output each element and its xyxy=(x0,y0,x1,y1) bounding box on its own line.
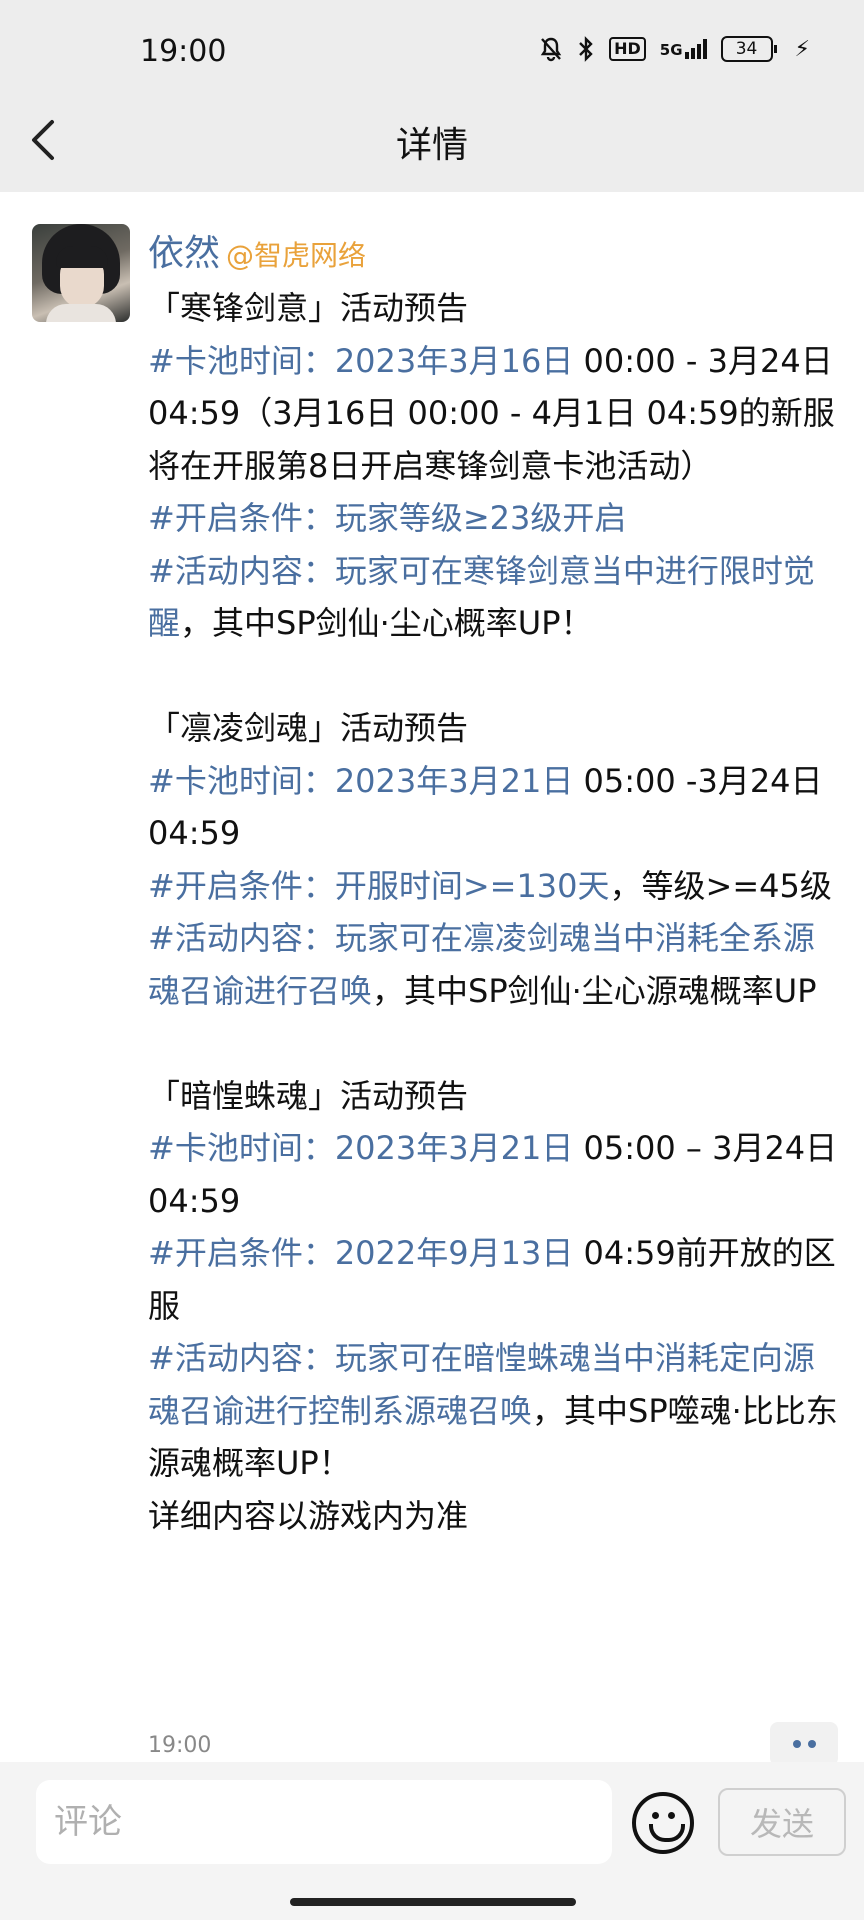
avatar[interactable] xyxy=(32,224,130,322)
emoji-button[interactable] xyxy=(632,1792,694,1854)
home-indicator[interactable] xyxy=(290,1898,576,1906)
topic-link[interactable]: #开启条件：2022年9月13日 xyxy=(148,1234,573,1272)
line-text: ，其中SP剑仙·尘心源魂概率UP xyxy=(372,971,817,1010)
section-title: 「寒锋剑意」活动预告 xyxy=(148,289,469,327)
topic-link[interactable]: #开启条件：开服时间>=130天 xyxy=(148,867,610,905)
bluetooth-icon xyxy=(579,36,593,62)
charging-icon: ⚡ xyxy=(794,36,810,62)
status-icons: HD 5G 34 ⚡ xyxy=(539,36,810,62)
status-time: 19:00 xyxy=(140,34,227,69)
post-body: 「寒锋剑意」活动预告 #卡池时间：2023年3月16日 00:00 - 3月24… xyxy=(148,282,838,1542)
emoji-icon xyxy=(652,1812,659,1819)
comment-input[interactable] xyxy=(36,1780,612,1864)
section-line: #活动内容：玩家可在暗惶蛛魂当中消耗定向源魂召谕进行控制系源魂召唤，其中SP噬魂… xyxy=(148,1332,838,1490)
topic-link[interactable]: #开启条件：玩家等级≥23级开启 xyxy=(148,499,626,537)
author-line: 依然 @智虎网络 xyxy=(148,224,366,276)
battery-icon: 34 xyxy=(720,36,777,62)
line-text: ，等级>=45级 xyxy=(609,866,832,905)
author-handle[interactable]: @智虎网络 xyxy=(226,239,366,272)
section-line: #活动内容：玩家可在凛凌剑魂当中消耗全系源魂召谕进行召唤，其中SP剑仙·尘心源魂… xyxy=(148,912,838,1017)
footer-note: 详细内容以游戏内为准 xyxy=(148,1496,469,1535)
more-button[interactable] xyxy=(770,1722,838,1766)
section-line: #开启条件：玩家等级≥23级开启 xyxy=(148,492,838,545)
hd-icon: HD xyxy=(609,37,646,61)
page-title: 详情 xyxy=(395,125,468,166)
section-title: 「暗惶蛛魂」活动预告 xyxy=(148,1076,469,1115)
section-line: #卡池时间：2023年3月21日 05:00 -3月24日 04:59 xyxy=(148,755,838,860)
more-dots-icon xyxy=(792,1740,801,1748)
section-line: #开启条件：开服时间>=130天，等级>=45级 xyxy=(148,860,838,913)
section-line: #卡池时间：2023年3月21日 05:00 – 3月24日 04:59 xyxy=(148,1122,838,1227)
topic-link[interactable]: #卡池时间：2023年3月21日 xyxy=(148,762,573,800)
line-text: ，其中SP剑仙·尘心概率UP！ xyxy=(180,604,593,642)
topic-link[interactable]: #卡池时间：2023年3月16日 xyxy=(148,342,573,380)
signal-5g-icon: 5G xyxy=(660,39,707,59)
send-button[interactable]: 发送 xyxy=(718,1788,846,1856)
mute-icon xyxy=(540,37,562,62)
section-title: 「凛凌剑魂」活动预告 xyxy=(148,709,469,747)
post-timestamp: 19:00 xyxy=(148,1733,212,1758)
section-line: #活动内容：玩家可在寒锋剑意当中进行限时觉醒，其中SP剑仙·尘心概率UP！ xyxy=(148,545,838,650)
section-line: #卡池时间：2023年3月16日 00:00 - 3月24日 04:59（3月1… xyxy=(148,335,838,493)
section-line: #开启条件：2022年9月13日 04:59前开放的区服 xyxy=(148,1227,838,1332)
battery-level: 34 xyxy=(720,36,773,62)
author-name[interactable]: 依然 xyxy=(148,233,220,274)
topic-link[interactable]: #卡池时间：2023年3月21日 xyxy=(148,1129,573,1167)
